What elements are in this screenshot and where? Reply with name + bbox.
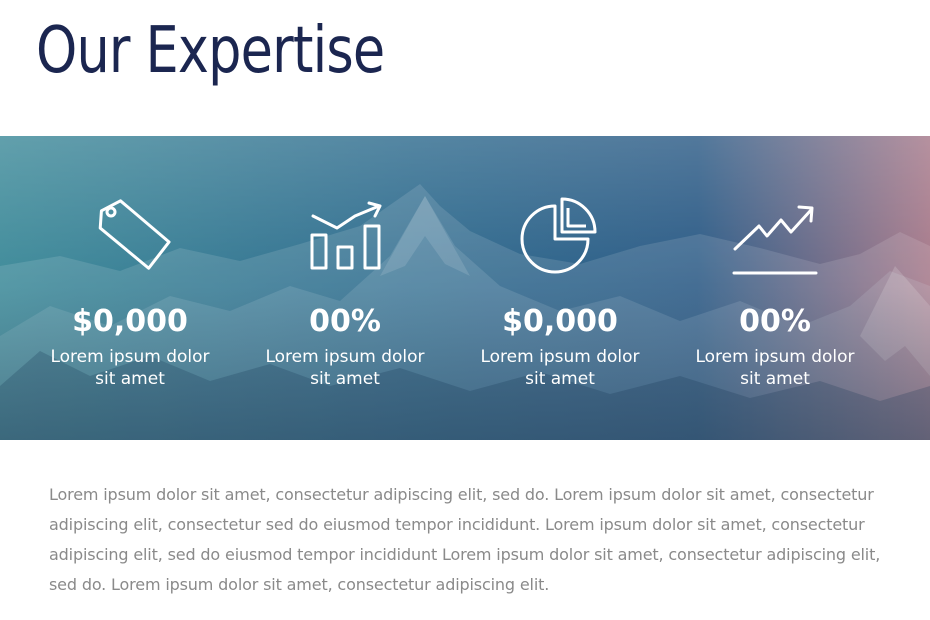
price-tag-icon: [98, 199, 171, 270]
body-paragraph: Lorem ipsum dolor sit amet, consectetur …: [49, 485, 881, 594]
stat-label: Lorem ipsum dolor sit amet: [240, 346, 450, 390]
stat-label-line: sit amet: [740, 369, 810, 389]
stat-label-line: sit amet: [95, 369, 165, 389]
stat-label-line: sit amet: [525, 369, 595, 389]
stat-label-line: Lorem ipsum dolor: [480, 347, 640, 367]
expertise-slide: Our Expertise $0,000 Lorem ipsum dolor s…: [0, 0, 930, 620]
stat-card: $0,000 Lorem ipsum dolor sit amet: [25, 136, 235, 440]
stat-value: 00%: [739, 304, 811, 339]
stat-value: 00%: [309, 304, 381, 339]
trend-line-icon: [732, 205, 818, 275]
stat-value: $0,000: [72, 304, 188, 339]
stat-label: Lorem ipsum dolor sit amet: [25, 346, 235, 390]
stat-label: Lorem ipsum dolor sit amet: [455, 346, 665, 390]
stat-label: Lorem ipsum dolor sit amet: [670, 346, 880, 390]
stat-value: $0,000: [502, 304, 618, 339]
stat-card: 00% Lorem ipsum dolor sit amet: [670, 136, 880, 440]
stat-card: $0,000 Lorem ipsum dolor sit amet: [455, 136, 665, 440]
stats-banner: $0,000 Lorem ipsum dolor sit amet 00% Lo…: [0, 136, 930, 440]
stat-label-line: Lorem ipsum dolor: [265, 347, 425, 367]
stat-card: 00% Lorem ipsum dolor sit amet: [240, 136, 450, 440]
stat-label-line: Lorem ipsum dolor: [695, 347, 855, 367]
stat-label-line: Lorem ipsum dolor: [50, 347, 210, 367]
bar-chart-growth-icon: [310, 201, 382, 270]
stat-label-line: sit amet: [310, 369, 380, 389]
page-title: Our Expertise: [36, 14, 385, 88]
stats-row: $0,000 Lorem ipsum dolor sit amet 00% Lo…: [0, 136, 930, 440]
pie-chart-icon: [520, 197, 597, 274]
